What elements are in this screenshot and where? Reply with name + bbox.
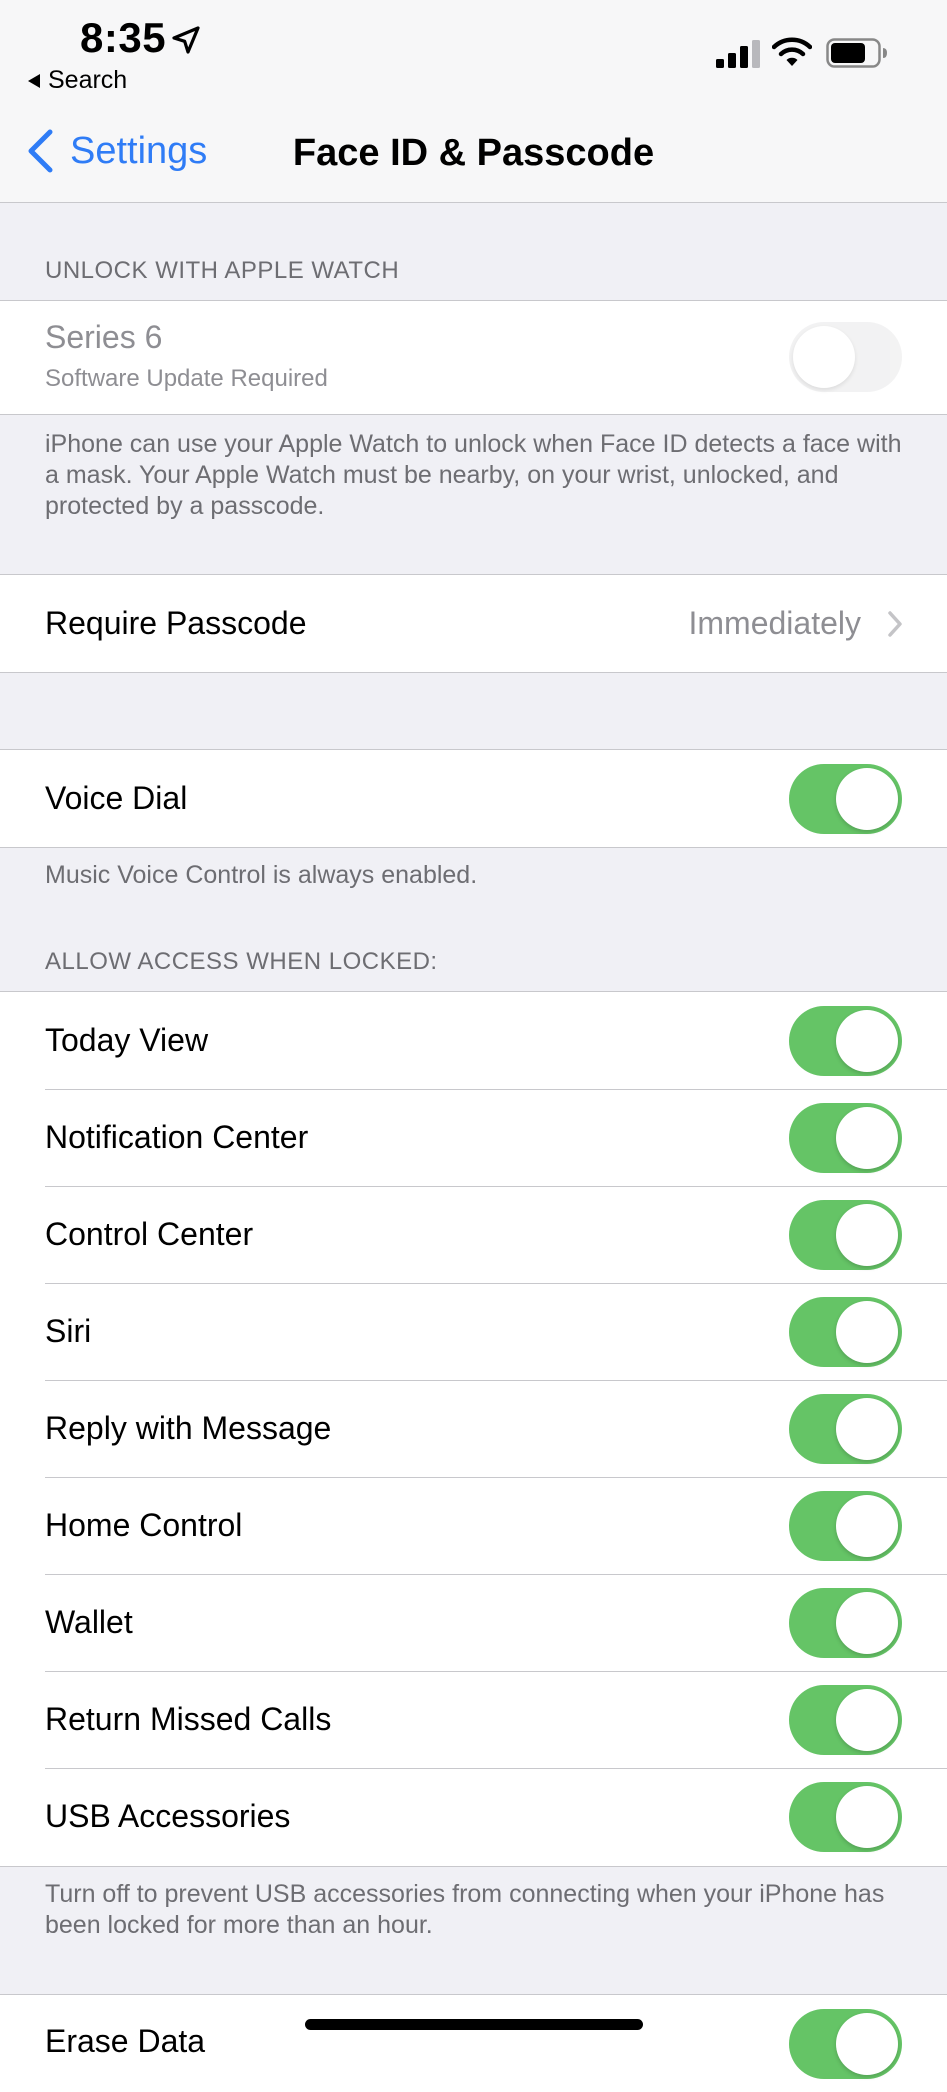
page-title: Face ID & Passcode [292,132,655,174]
toggle-knob [836,1689,898,1751]
toggle-knob [836,1204,898,1266]
row-label: Today View [45,1022,209,1058]
erase-data-row: Erase Data [0,1995,947,2092]
apple-watch-row: Series 6 Software Update Required [0,301,947,414]
erase-data-toggle[interactable] [789,2009,902,2079]
control-center-toggle[interactable] [789,1200,902,1270]
row-label: Control Center [45,1216,254,1252]
reply-with-message-toggle[interactable] [789,1394,902,1464]
require-passcode-group: Require Passcode Immediately [0,574,947,673]
home-indicator[interactable] [305,2019,643,2030]
row-label: Wallet [45,1604,133,1640]
voice-dial-toggle[interactable] [789,764,902,834]
back-to-app-button[interactable]: Search [28,66,127,95]
return-missed-calls-toggle[interactable] [789,1685,902,1755]
location-arrow-icon [172,26,200,54]
toggle-knob [836,1592,898,1654]
toggle-knob [836,1786,898,1848]
row-label: Siri [45,1313,92,1349]
toggle-knob [836,1495,898,1557]
toggle-knob [836,1301,898,1363]
wifi-icon [772,37,812,66]
locked-access-row-today-view: Today View [0,992,947,1089]
watch-device-status: Software Update Required [45,365,328,392]
back-triangle-icon [28,73,40,88]
require-passcode-label: Require Passcode [45,605,307,641]
toggle-knob [836,768,898,830]
status-bar: 8:35 Search [0,0,947,110]
locked-access-row-reply-with-message: Reply with Message [0,1380,947,1477]
locked-access-section-header: ALLOW ACCESS WHEN LOCKED: [45,948,438,975]
navigation-bar: Settings Face ID & Passcode [0,110,947,203]
apple-watch-group: Series 6 Software Update Required [0,300,947,415]
usb-accessories-toggle[interactable] [789,1782,902,1852]
toggle-knob [836,1398,898,1460]
locked-access-group: Today View Notification Center Control C… [0,991,947,1867]
today-view-toggle[interactable] [789,1006,902,1076]
erase-data-label: Erase Data [45,2023,206,2059]
notification-center-toggle[interactable] [789,1103,902,1173]
row-label: Notification Center [45,1119,309,1155]
locked-access-row-siri: Siri [0,1283,947,1380]
voice-dial-row: Voice Dial [0,750,947,847]
row-label: Return Missed Calls [45,1701,332,1737]
locked-access-row-home-control: Home Control [0,1477,947,1574]
cellular-signal-icon [716,40,760,68]
siri-toggle[interactable] [789,1297,902,1367]
status-time: 8:35 [80,14,167,61]
chevron-right-icon [888,610,902,637]
require-passcode-row[interactable]: Require Passcode Immediately [0,575,947,672]
toggle-knob [793,326,855,388]
locked-access-row-return-missed-calls: Return Missed Calls [0,1671,947,1768]
erase-data-group: Erase Data [0,1994,947,2092]
locked-access-row-usb-accessories: USB Accessories [0,1768,947,1865]
toggle-knob [836,2013,898,2075]
battery-icon [826,38,887,68]
locked-access-row-wallet: Wallet [0,1574,947,1671]
row-label: Reply with Message [45,1410,332,1446]
back-app-label: Search [48,66,128,94]
toggle-knob [836,1010,898,1072]
voice-dial-group: Voice Dial [0,749,947,848]
home-control-toggle[interactable] [789,1491,902,1561]
row-label: Home Control [45,1507,243,1543]
apple-watch-footer: iPhone can use your Apple Watch to unloc… [45,430,902,520]
require-passcode-value: Immediately [688,605,862,641]
usb-accessories-footer: Turn off to prevent USB accessories from… [45,1880,885,1939]
row-label: USB Accessories [45,1798,291,1834]
wallet-toggle[interactable] [789,1588,902,1658]
apple-watch-section-header: UNLOCK WITH APPLE WATCH [45,257,400,284]
locked-access-row-notification-center: Notification Center [0,1089,947,1186]
voice-dial-footer: Music Voice Control is always enabled. [45,861,478,889]
apple-watch-unlock-toggle[interactable] [789,322,902,392]
voice-dial-label: Voice Dial [45,780,188,816]
toggle-knob [836,1107,898,1169]
watch-device-name: Series 6 [45,319,163,355]
locked-access-row-control-center: Control Center [0,1186,947,1283]
